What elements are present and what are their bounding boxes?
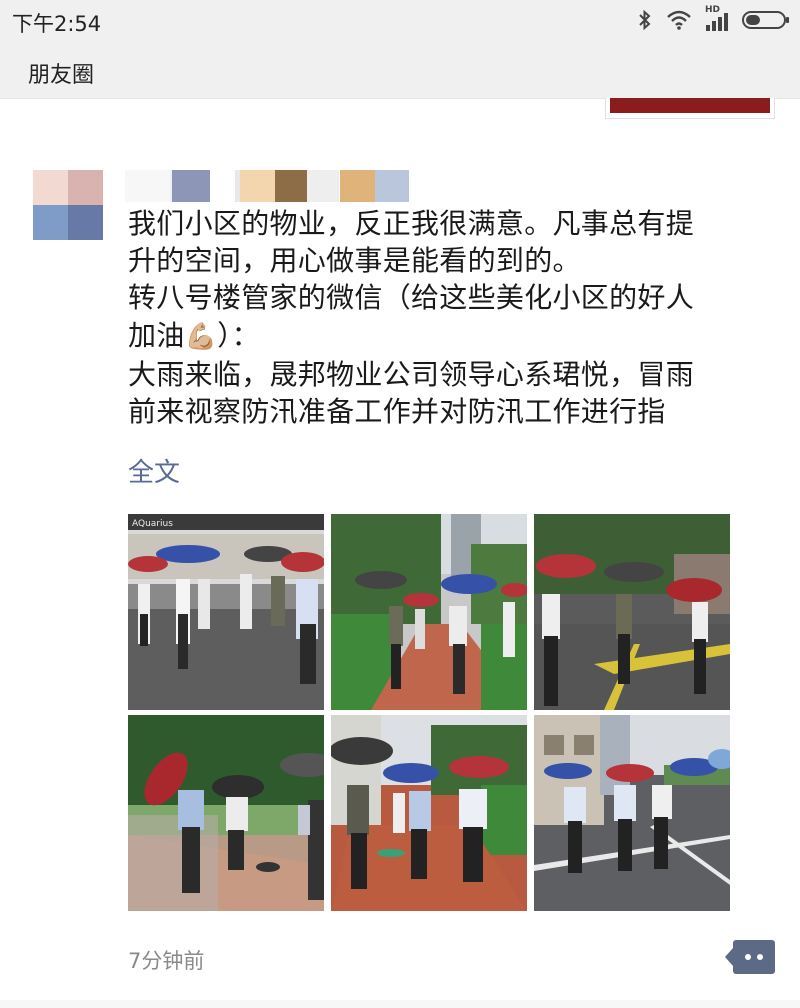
comment-dot [757,954,763,960]
photo-5[interactable] [331,715,527,911]
signal-icon: HD [705,5,728,31]
post-line: 转八号楼管家的微信（给这些美化小区的好人 [128,281,695,315]
flexed-biceps-emoji: 💪🏼 [184,321,218,352]
status-time: 下午2:54 [12,12,102,36]
comment-icon [725,948,733,966]
network-type-label: HD [705,5,721,15]
page-title: 朋友圈 [28,63,95,88]
bottom-edge [0,1000,800,1008]
bluetooth-icon [639,9,651,31]
comment-dot [745,954,751,960]
photo-4[interactable] [128,715,324,911]
wifi-icon [667,10,691,30]
status-bar: 下午2:54 HD [0,0,800,42]
photo-1[interactable]: AQuarius [128,514,324,710]
post-line: 前来视察防汛准备工作并对防汛工作进行指 [128,395,666,429]
author-nickname[interactable] [125,168,425,204]
photo-2[interactable] [331,514,527,710]
full-text-link[interactable]: 全文 [128,452,180,489]
post-line-part: ）： [217,318,260,352]
battery-icon [742,11,789,29]
previous-post-image-edge[interactable] [605,98,775,119]
post-line: 升的空间，用心做事是能看的到的。 [128,244,581,278]
post-line: 我们小区的物业，反正我很满意。凡事总有提 [128,207,695,240]
post-line-part: 加油 [128,318,185,352]
post-text: 我们小区的物业，反正我很满意。凡事总有提 升的空间，用心做事是能看的到的。 转八… [128,205,778,430]
building-sign: AQuarius [132,519,173,529]
status-icons: HD [638,5,790,31]
photo-6[interactable] [534,715,730,911]
post-line-with-emoji: 加油💪🏼）： [128,317,778,356]
post-line: 大雨来临，晟邦物业公司领导心系珺悦，冒雨 [128,357,695,391]
photo-grid: AQuarius [128,514,730,911]
photo-3[interactable] [534,514,730,710]
title-bar: 朋友圈 [0,42,800,99]
post-timestamp: 7分钟前 [128,949,205,973]
comment-button[interactable] [725,940,775,974]
avatar[interactable] [33,170,103,240]
